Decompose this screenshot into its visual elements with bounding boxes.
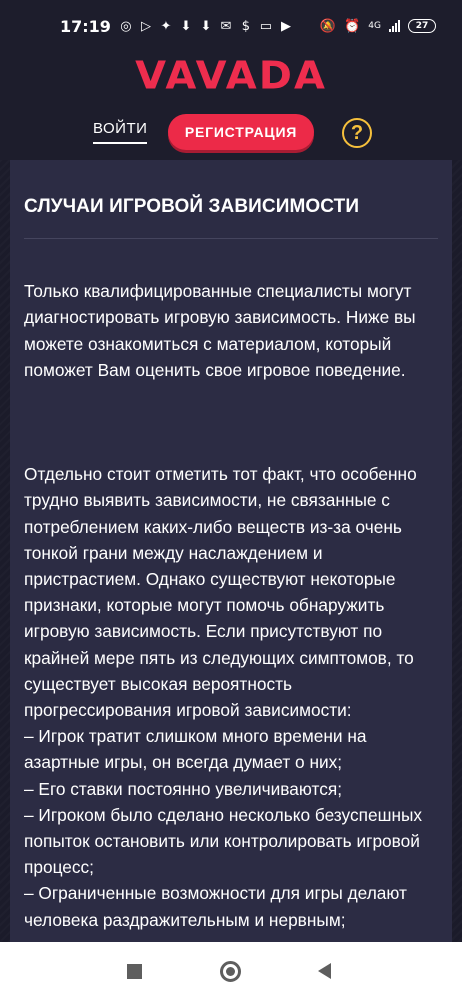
login-link[interactable]: ВОЙТИ (93, 120, 148, 144)
help-icon[interactable]: ? (342, 118, 372, 148)
notification-icons: ◎ ▷ ✦ ⬇ ⬇ ✉ $ ▭ ▶ (119, 19, 293, 34)
auth-bar: ВОЙТИ РЕГИСТРАЦИЯ ? (0, 108, 462, 158)
whatsapp-icon: ◎ (120, 18, 132, 34)
download-icon: ⬇ (180, 18, 192, 34)
paragraph: Отдельно стоит отметить тот факт, что ос… (24, 464, 423, 930)
play-store-icon: ▷ (140, 18, 151, 34)
mute-icon: 🔕 (319, 18, 337, 34)
register-button[interactable]: РЕГИСТРАЦИЯ (168, 114, 314, 150)
system-icons: 🔕 ⏰ 4G 27 (320, 19, 436, 34)
spark-icon: ✦ (160, 18, 172, 34)
gmail-icon: ✉ (220, 18, 232, 34)
signal-icon (389, 20, 400, 32)
system-nav-bar (0, 942, 462, 1000)
play-icon: ▶ (280, 18, 291, 34)
network-type: 4G (368, 21, 381, 31)
back-icon[interactable] (318, 963, 331, 979)
alarm-icon: ⏰ (344, 18, 361, 34)
home-icon[interactable] (220, 961, 241, 982)
download-icon: ⬇ (200, 18, 212, 34)
divider (24, 238, 438, 239)
cash-icon: $ (241, 18, 251, 34)
status-time: 17:19 (60, 16, 111, 36)
recent-apps-icon[interactable] (127, 964, 142, 979)
message-icon: ▭ (259, 18, 273, 34)
paragraph: Только квалифицированные специалисты мог… (24, 281, 416, 380)
card-title: СЛУЧАИ ИГРОВОЙ ЗАВИСИМОСТИ (24, 196, 360, 217)
responsible-gaming-card: СЛУЧАИ ИГРОВОЙ ЗАВИСИМОСТИ Только квалиф… (10, 160, 452, 942)
logo-text: VAVADA (135, 54, 327, 98)
card-text: Только квалифицированные специалисты мог… (24, 252, 440, 942)
status-bar: 17:19 ◎ ▷ ✦ ⬇ ⬇ ✉ $ ▭ ▶ 🔕 ⏰ 4G 27 (0, 0, 462, 52)
header-logo[interactable]: VAVADA (0, 52, 462, 100)
battery-icon: 27 (408, 19, 436, 33)
